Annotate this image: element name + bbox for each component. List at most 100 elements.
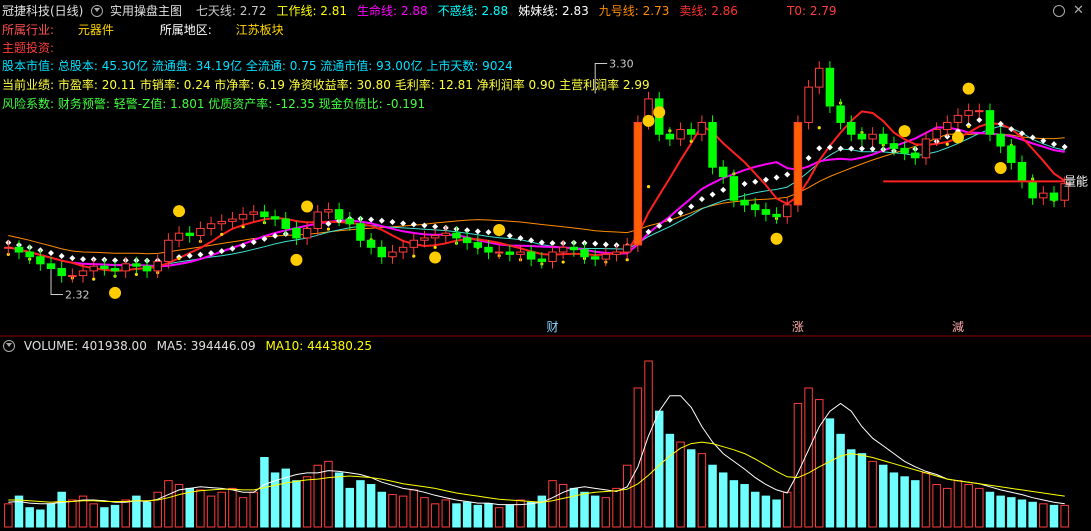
frown-face-icon-7 — [653, 106, 666, 119]
candle-body-36 — [388, 251, 397, 258]
frown-face-icon-10 — [951, 131, 964, 144]
volume-bar-35 — [377, 491, 387, 528]
candle-body-9 — [100, 265, 109, 270]
diamond-band-76 — [816, 145, 823, 152]
candle-body-38 — [409, 239, 419, 248]
smile-face-icon-8 — [770, 232, 783, 245]
candle-body-11 — [121, 263, 130, 272]
volume-bar-63 — [676, 441, 685, 528]
candle-body-85 — [911, 152, 920, 159]
candle-body-15 — [164, 239, 173, 262]
volume-bar-21 — [228, 487, 237, 528]
volume-bar-13 — [142, 501, 152, 528]
volume-bar-69 — [740, 484, 749, 528]
yellow-dot-20 — [220, 232, 224, 236]
candle-body-41 — [441, 232, 451, 237]
candle-body-5 — [57, 268, 66, 277]
volume-bar-37 — [398, 495, 408, 528]
candle-body-13 — [142, 265, 152, 272]
candle-body-28 — [302, 227, 312, 239]
volume-bar-97 — [1039, 503, 1048, 528]
volume-bar-72 — [772, 499, 781, 528]
candle-body-57 — [612, 251, 621, 255]
candle-body-39 — [420, 237, 429, 241]
candle-body-1 — [14, 246, 24, 253]
volume-bar-11 — [121, 499, 130, 528]
candle-body-77 — [825, 67, 835, 107]
volume-bar-41 — [441, 499, 451, 528]
candle-body-42 — [452, 232, 461, 239]
volume-bar-31 — [334, 472, 344, 528]
candle-body-95 — [1017, 162, 1027, 182]
volume-bar-82 — [879, 464, 888, 528]
volume-bar-58 — [622, 464, 632, 528]
candle-body-92 — [985, 110, 995, 135]
diamond-band-7 — [80, 256, 87, 263]
diamond-band-56 — [602, 241, 609, 248]
diamond-band-70 — [752, 178, 759, 185]
candle-body-62 — [665, 133, 675, 140]
volume-bar-83 — [889, 472, 899, 528]
volume-bar-27 — [292, 480, 301, 528]
volume-bar-98 — [1049, 504, 1059, 528]
diamond-band-4 — [48, 249, 55, 256]
diamond-band-64 — [688, 203, 695, 210]
volume-bar-22 — [238, 497, 248, 528]
candle-body-84 — [900, 147, 909, 154]
volume-bar-23 — [249, 491, 258, 528]
diamond-band-73 — [784, 171, 791, 178]
candle-body-98 — [1049, 192, 1059, 201]
candle-body-63 — [676, 129, 685, 140]
candle-body-46 — [494, 251, 504, 254]
volume-bar-99 — [1060, 504, 1069, 528]
yellow-dot-40 — [433, 245, 437, 249]
diamond-band-67 — [720, 186, 727, 193]
volume-bar-10 — [110, 504, 120, 528]
candle-body-25 — [270, 216, 280, 220]
diamond-band-39 — [421, 222, 428, 229]
diamond-band-72 — [773, 174, 780, 181]
diamond-band-91 — [976, 116, 983, 123]
volume-bar-0 — [4, 503, 13, 528]
volume-bar-59 — [633, 387, 643, 528]
volume-bar-87 — [932, 484, 941, 528]
candle-body-7 — [78, 270, 88, 277]
high-annotation-label: 3.30 — [609, 58, 634, 71]
volume-bar-55 — [590, 495, 600, 528]
volume-bar-53 — [569, 487, 579, 528]
candle-body-32 — [345, 218, 355, 225]
smile-face-icon-5 — [493, 224, 506, 237]
candle-body-6 — [68, 275, 77, 278]
smile-face-icon-12 — [994, 162, 1007, 175]
volume-bar-73 — [783, 491, 792, 528]
volume-bar-19 — [206, 495, 216, 528]
candle-body-24 — [260, 211, 269, 218]
candle-body-76 — [815, 67, 824, 88]
volume-bar-42 — [452, 503, 461, 528]
volume-bar-24 — [260, 457, 269, 528]
volume-bar-67 — [718, 472, 728, 528]
volume-bar-44 — [473, 504, 483, 528]
diamond-band-99 — [1061, 143, 1068, 150]
candle-body-74 — [793, 121, 803, 206]
volume-bar-34 — [366, 484, 376, 528]
volume-bar-46 — [494, 507, 504, 528]
volume-bar-32 — [345, 487, 355, 528]
candle-body-96 — [1028, 180, 1037, 199]
low-annotation-label: 2.32 — [65, 288, 90, 301]
candle-body-34 — [366, 239, 376, 248]
candle-body-18 — [196, 227, 205, 237]
volume-bar-15 — [164, 480, 173, 528]
candle-body-43 — [462, 237, 472, 244]
diamond-band-75 — [805, 155, 812, 162]
candle-body-4 — [46, 263, 56, 270]
candle-body-2 — [25, 251, 34, 258]
yellow-dot-16 — [177, 256, 181, 261]
volume-bar-62 — [665, 433, 675, 528]
candle-body-72 — [772, 213, 781, 218]
yellow-dot-76 — [817, 126, 821, 130]
candle-body-86 — [921, 138, 931, 159]
candle-body-8 — [89, 265, 98, 272]
volume-bar-29 — [313, 464, 322, 528]
candle-body-55 — [590, 256, 600, 260]
